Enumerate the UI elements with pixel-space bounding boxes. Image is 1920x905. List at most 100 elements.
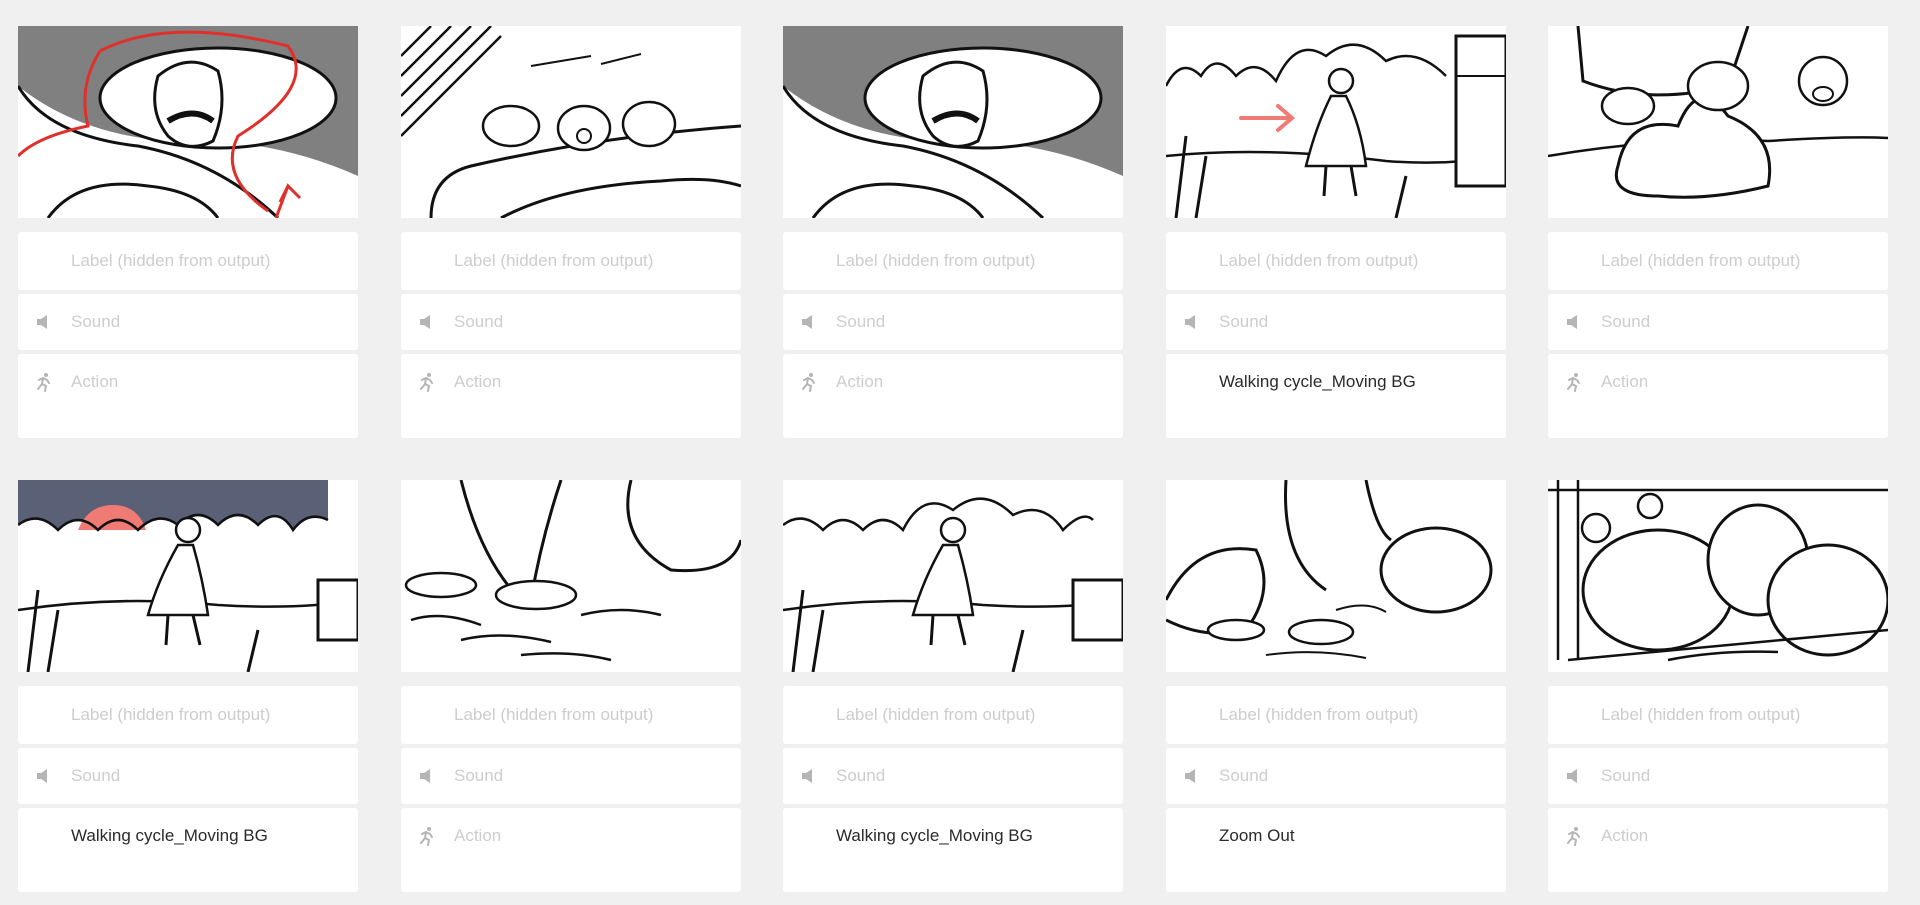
storyboard-row: Label (hidden from output) Sound Action	[18, 26, 1890, 438]
action-field[interactable]: Walking cycle_Moving BG	[1166, 354, 1506, 438]
storyboard-panel: Label (hidden from output) Sound Action	[1548, 480, 1888, 892]
speaker-icon	[37, 315, 47, 329]
action-value: Walking cycle_Moving BG	[1219, 372, 1416, 391]
sketch-farmer-walking	[783, 480, 1123, 672]
running-figure-icon	[420, 827, 433, 846]
label-field[interactable]: Label (hidden from output)	[1166, 232, 1506, 290]
label-field[interactable]: Label (hidden from output)	[1548, 232, 1888, 290]
label-field[interactable]: Label (hidden from output)	[18, 686, 358, 744]
sound-field[interactable]: Sound	[1548, 748, 1888, 804]
storyboard-panel: Label (hidden from output) Sound Action	[1548, 26, 1888, 438]
label-field[interactable]: Label (hidden from output)	[401, 232, 741, 290]
sketch-pigs-eating-closeup	[1166, 480, 1506, 672]
speaker-icon	[1185, 769, 1195, 783]
label-placeholder: Label (hidden from output)	[1219, 251, 1419, 270]
sketch-three-pigs	[401, 26, 741, 218]
action-field[interactable]: Action	[18, 354, 358, 438]
sketch-feet-mud	[401, 480, 741, 672]
speaker-icon	[37, 769, 47, 783]
storyboard-grid: Label (hidden from output) Sound Action	[0, 0, 1920, 905]
panel-thumbnail[interactable]	[783, 26, 1123, 218]
label-placeholder: Label (hidden from output)	[71, 251, 271, 270]
sound-field[interactable]: Sound	[783, 294, 1123, 350]
storyboard-row: Label (hidden from output) Sound Walking…	[18, 480, 1890, 892]
sound-placeholder: Sound	[1601, 312, 1651, 331]
action-value: Zoom Out	[1219, 826, 1295, 845]
storyboard-panel: Label (hidden from output) Sound Walking…	[18, 480, 358, 892]
panel-thumbnail[interactable]	[401, 480, 741, 672]
speaker-icon	[802, 769, 812, 783]
action-field[interactable]: Walking cycle_Moving BG	[18, 808, 358, 892]
panel-thumbnail[interactable]	[18, 26, 358, 218]
label-placeholder: Label (hidden from output)	[454, 705, 654, 724]
speaker-icon	[420, 769, 430, 783]
sound-field[interactable]: Sound	[18, 294, 358, 350]
sound-placeholder: Sound	[836, 766, 886, 785]
sound-placeholder: Sound	[1601, 766, 1651, 785]
action-value: Walking cycle_Moving BG	[71, 826, 268, 845]
running-figure-icon	[1567, 373, 1580, 392]
speaker-icon	[802, 315, 812, 329]
storyboard-panel: Label (hidden from output) Sound Action	[783, 26, 1123, 438]
panel-thumbnail[interactable]	[783, 480, 1123, 672]
sound-placeholder: Sound	[454, 766, 504, 785]
running-figure-icon	[802, 373, 815, 392]
label-placeholder: Label (hidden from output)	[1219, 705, 1419, 724]
label-field[interactable]: Label (hidden from output)	[1166, 686, 1506, 744]
sound-field[interactable]: Sound	[401, 294, 741, 350]
storyboard-panel: Label (hidden from output) Sound Walking…	[1166, 26, 1506, 438]
action-placeholder: Action	[454, 826, 502, 845]
label-placeholder: Label (hidden from output)	[454, 251, 654, 270]
action-placeholder: Action	[1601, 826, 1649, 845]
sketch-farmer-walking-sunset	[18, 480, 358, 672]
label-placeholder: Label (hidden from output)	[1601, 705, 1801, 724]
storyboard-panel: Label (hidden from output) Sound Zoom Ou…	[1166, 480, 1506, 892]
sound-placeholder: Sound	[71, 312, 121, 331]
sound-field[interactable]: Sound	[1166, 294, 1506, 350]
sound-field[interactable]: Sound	[1166, 748, 1506, 804]
panel-thumbnail[interactable]	[1548, 480, 1888, 672]
action-placeholder: Action	[71, 372, 119, 391]
action-field[interactable]: Action	[1548, 354, 1888, 438]
action-placeholder: Action	[454, 372, 502, 391]
speaker-icon	[1567, 315, 1577, 329]
sound-field[interactable]: Sound	[1548, 294, 1888, 350]
label-placeholder: Label (hidden from output)	[836, 705, 1036, 724]
storyboard-panel: Label (hidden from output) Sound Action	[401, 26, 741, 438]
panel-thumbnail[interactable]	[1548, 26, 1888, 218]
panel-thumbnail[interactable]	[18, 480, 358, 672]
action-value: Walking cycle_Moving BG	[836, 826, 1033, 845]
label-placeholder: Label (hidden from output)	[71, 705, 271, 724]
label-field[interactable]: Label (hidden from output)	[18, 232, 358, 290]
sound-placeholder: Sound	[1219, 766, 1269, 785]
label-field[interactable]: Label (hidden from output)	[401, 686, 741, 744]
sound-field[interactable]: Sound	[18, 748, 358, 804]
action-field[interactable]: Action	[783, 354, 1123, 438]
action-field[interactable]: Action	[401, 808, 741, 892]
label-field[interactable]: Label (hidden from output)	[783, 686, 1123, 744]
panel-thumbnail[interactable]	[1166, 26, 1506, 218]
sound-placeholder: Sound	[454, 312, 504, 331]
speaker-icon	[1567, 769, 1577, 783]
sketch-pigs-trough	[1548, 26, 1888, 218]
panel-thumbnail[interactable]	[1166, 480, 1506, 672]
label-field[interactable]: Label (hidden from output)	[783, 232, 1123, 290]
action-field[interactable]: Action	[401, 354, 741, 438]
label-placeholder: Label (hidden from output)	[836, 251, 1036, 270]
label-field[interactable]: Label (hidden from output)	[1548, 686, 1888, 744]
action-field[interactable]: Zoom Out	[1166, 808, 1506, 892]
panel-thumbnail[interactable]	[401, 26, 741, 218]
running-figure-icon	[1567, 827, 1580, 846]
running-figure-icon	[37, 373, 50, 392]
sketch-farmer-closeup-annotated	[18, 26, 358, 218]
action-field[interactable]: Walking cycle_Moving BG	[783, 808, 1123, 892]
speaker-icon	[420, 315, 430, 329]
sound-placeholder: Sound	[71, 766, 121, 785]
label-placeholder: Label (hidden from output)	[1601, 251, 1801, 270]
action-placeholder: Action	[1601, 372, 1649, 391]
sound-field[interactable]: Sound	[401, 748, 741, 804]
action-field[interactable]: Action	[1548, 808, 1888, 892]
sound-field[interactable]: Sound	[783, 748, 1123, 804]
sound-placeholder: Sound	[1219, 312, 1269, 331]
storyboard-panel: Label (hidden from output) Sound Action	[18, 26, 358, 438]
